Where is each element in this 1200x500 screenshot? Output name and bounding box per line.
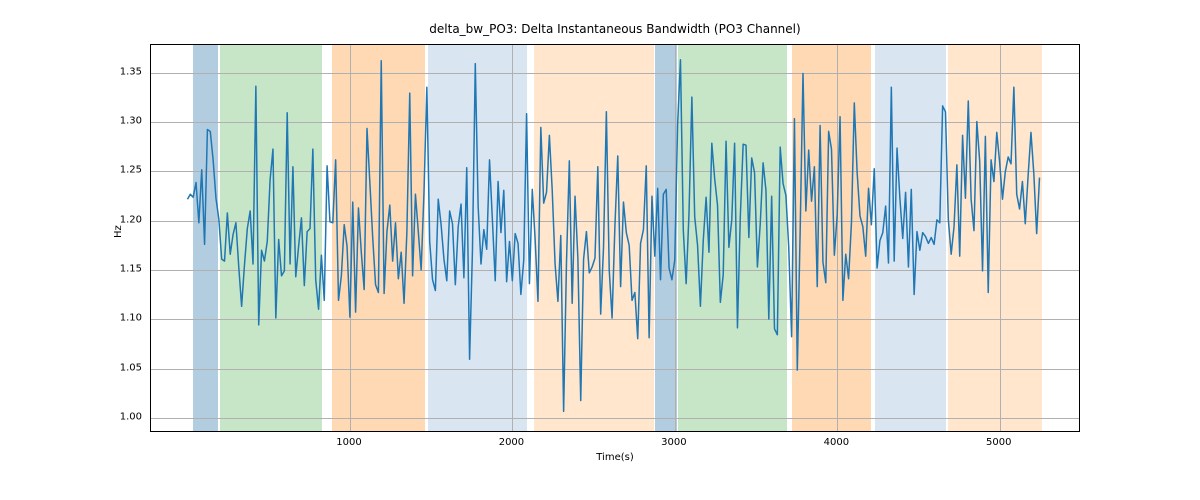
- y-tick-label: 1.35: [114, 66, 142, 77]
- x-tick-label: 2000: [499, 437, 524, 448]
- y-tick-label: 1.15: [114, 264, 142, 275]
- y-axis-label: Hz: [113, 225, 124, 238]
- x-tick-label: 5000: [986, 437, 1011, 448]
- x-tick-label: 4000: [824, 437, 849, 448]
- x-tick-label: 3000: [661, 437, 686, 448]
- y-tick-label: 1.00: [114, 412, 142, 423]
- y-tick-label: 1.10: [114, 313, 142, 324]
- line-path: [187, 60, 1039, 412]
- y-tick-label: 1.30: [114, 116, 142, 127]
- x-tick-label: 1000: [336, 437, 361, 448]
- chart-title: delta_bw_PO3: Delta Instantaneous Bandwi…: [150, 22, 1080, 36]
- line-series: [151, 45, 1079, 431]
- y-tick-label: 1.05: [114, 362, 142, 373]
- y-tick-label: 1.25: [114, 165, 142, 176]
- y-tick-label: 1.20: [114, 214, 142, 225]
- plot-area: [150, 44, 1080, 432]
- figure: delta_bw_PO3: Delta Instantaneous Bandwi…: [0, 0, 1200, 500]
- x-axis-label: Time(s): [150, 452, 1080, 463]
